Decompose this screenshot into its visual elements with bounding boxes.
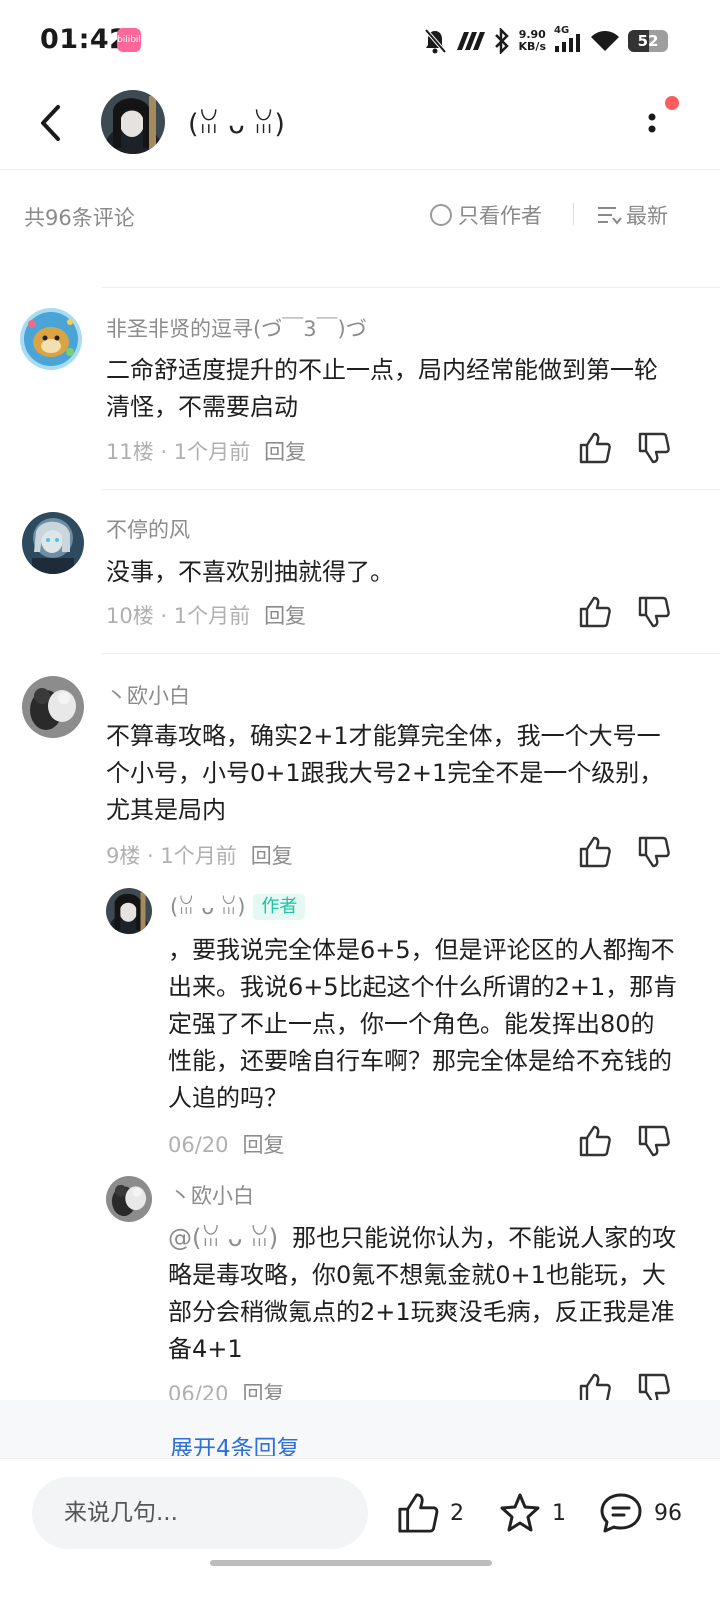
post-like-button[interactable]: 2 — [396, 1491, 464, 1535]
thumbs-down-icon — [638, 596, 670, 628]
comment-item: 不停的风 没事，不喜欢别抽就得了。 10楼 · 1个月前 回复 — [0, 490, 720, 652]
reply-content: ，要我说完全体是6+5，但是评论区的人都掏不出来。我说6+5比起这个什么所谓的2… — [168, 936, 678, 1112]
dislike-button[interactable] — [637, 835, 671, 869]
reply-button[interactable]: 回复 — [243, 1133, 285, 1157]
comment-item: 非圣非贤的逗寻(づ￣3￣)づ 二命舒适度提升的不止一点，局内经常能做到第一轮清怪… — [0, 288, 720, 488]
cellular-signal-icon: 4G — [554, 25, 582, 54]
thumbs-up-icon — [579, 836, 611, 868]
comment-button[interactable]: 96 — [598, 1491, 682, 1535]
dislike-button[interactable] — [637, 595, 671, 629]
star-icon — [500, 1493, 540, 1532]
comment-content: 不算毒攻略，确实2+1才能算完全体，我一个大号一个小号，小号0+1跟我大号2+1… — [106, 722, 664, 824]
username[interactable]: 丶欧小白 — [106, 680, 190, 710]
reply-button[interactable]: 回复 — [264, 440, 306, 464]
user-avatar[interactable] — [20, 308, 82, 370]
thumbs-up-icon — [579, 432, 611, 464]
comment-meta: 11楼 · 1个月前 回复 — [106, 440, 307, 464]
bell-off-icon — [424, 28, 447, 54]
reply-item: (ꈍ ᴗ ꈍ) 作者 ，要我说完全体是6+5，但是评论区的人都掏不出来。我说6+5… — [0, 884, 720, 1174]
comment-input[interactable]: 来说几句... — [32, 1477, 368, 1549]
battery-icon: 52 — [628, 30, 668, 52]
username[interactable]: (ꈍ ᴗ ꈍ) 作者 — [170, 892, 306, 920]
dislike-button[interactable] — [637, 431, 671, 465]
wifi-icon — [591, 31, 619, 51]
home-indicator[interactable] — [210, 1560, 492, 1566]
favorite-button[interactable]: 1 — [498, 1491, 566, 1535]
bluetooth-icon — [494, 28, 509, 54]
comment-filter-bar: 共96条评论 只看作者 最新 — [0, 170, 720, 260]
radio-icon — [430, 204, 452, 226]
notification-dot — [665, 96, 679, 110]
bottom-action-bar: 来说几句... 2 1 96 — [0, 1458, 720, 1605]
thumbs-down-icon — [638, 1125, 670, 1157]
back-arrow-icon — [41, 105, 60, 141]
comment-meta: 9楼 · 1个月前 回复 — [106, 844, 293, 868]
reply-button[interactable]: 回复 — [264, 604, 306, 628]
like-button[interactable] — [578, 595, 612, 629]
like-button[interactable] — [578, 1124, 612, 1158]
comment-content: 没事，不喜欢别抽就得了。 — [106, 558, 394, 586]
thumbs-down-icon — [638, 836, 670, 868]
username[interactable]: 不停的风 — [106, 514, 190, 544]
status-time: 01:42 — [40, 24, 129, 55]
thumbs-down-icon — [638, 432, 670, 464]
comment-content: 二命舒适度提升的不止一点，局内经常能做到第一轮清怪，不需要启动 — [106, 356, 658, 421]
back-button[interactable] — [30, 98, 74, 148]
signal-strength-icon — [456, 32, 485, 50]
status-bar: 01:42 bilibili 9.90 KB/s 4G 52 — [0, 0, 720, 80]
thumbs-up-icon — [579, 1125, 611, 1157]
dislike-button[interactable] — [637, 1124, 671, 1158]
reply-item: 丶欧小白 @(ꈍ ᴗ ꈍ) 那也只能说你认为，不能说人家的攻略是毒攻略，你0氪不想… — [0, 1172, 720, 1406]
user-avatar[interactable] — [106, 1176, 152, 1222]
sort-icon — [598, 207, 622, 225]
reply-button[interactable]: 回复 — [251, 844, 293, 868]
like-button[interactable] — [578, 835, 612, 869]
like-button[interactable] — [578, 431, 612, 465]
mention-link[interactable]: @(ꈍ ᴗ ꈍ) — [168, 1224, 278, 1252]
filter-divider — [573, 203, 574, 225]
more-button[interactable] — [640, 105, 670, 145]
comment-meta: 10楼 · 1个月前 回复 — [106, 604, 307, 628]
reply-content: @(ꈍ ᴗ ꈍ) 那也只能说你认为，不能说人家的攻略是毒攻略，你0氪不想氪金就0+… — [168, 1224, 677, 1363]
thumbs-up-icon — [398, 1493, 439, 1533]
post-author-avatar[interactable] — [101, 90, 165, 154]
author-only-toggle[interactable]: 只看作者 — [430, 200, 542, 230]
comment-bubble-icon — [600, 1493, 642, 1533]
comment-item: 丶欧小白 不算毒攻略，确实2+1才能算完全体，我一个大号一个小号，小号0+1跟我… — [0, 654, 720, 874]
net-speed: 9.90 KB/s — [518, 28, 546, 53]
top-nav: (ꈍ ᴗ ꈍ) — [0, 80, 720, 170]
more-icon — [648, 113, 656, 133]
expand-replies-area — [0, 1400, 720, 1458]
reply-meta: 06/20 回复 — [168, 1133, 285, 1157]
expand-replies-link[interactable]: 展开4条回复 — [170, 1429, 300, 1456]
thumbs-up-icon — [579, 596, 611, 628]
comment-count: 共96条评论 — [24, 206, 135, 230]
user-avatar[interactable] — [106, 888, 152, 934]
app-notification-icon: bilibili — [117, 28, 143, 52]
username[interactable]: 丶欧小白 — [170, 1180, 254, 1210]
author-badge: 作者 — [253, 894, 306, 920]
nav-title: (ꈍ ᴗ ꈍ) — [188, 109, 285, 140]
status-icons: 9.90 KB/s 4G 52 — [423, 24, 668, 58]
username[interactable]: 非圣非贤的逗寻(づ￣3￣)づ — [106, 313, 367, 343]
user-avatar[interactable] — [22, 512, 84, 574]
sort-latest-button[interactable]: 最新 — [596, 200, 668, 230]
user-avatar[interactable] — [22, 676, 84, 738]
